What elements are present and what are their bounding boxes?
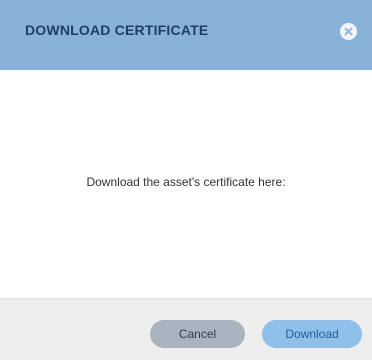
dialog-header: DOWNLOAD CERTIFICATE — [0, 0, 372, 70]
close-icon — [344, 27, 353, 36]
download-certificate-dialog: DOWNLOAD CERTIFICATE Download the asset'… — [0, 0, 372, 360]
dialog-title: DOWNLOAD CERTIFICATE — [25, 22, 209, 38]
cancel-button[interactable]: Cancel — [150, 320, 245, 348]
dialog-footer: Cancel Download — [0, 298, 372, 360]
download-button[interactable]: Download — [262, 320, 362, 348]
dialog-body: Download the asset's certificate here: — [0, 70, 372, 298]
dialog-message: Download the asset's certificate here: — [86, 175, 286, 189]
close-button[interactable] — [340, 23, 357, 40]
